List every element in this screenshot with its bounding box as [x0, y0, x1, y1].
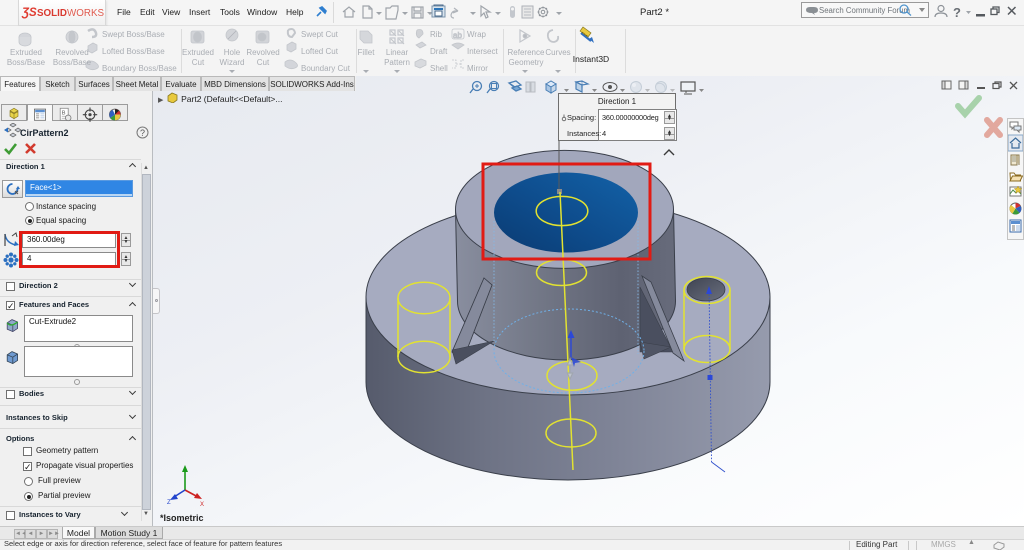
svg-text:B: B — [62, 111, 66, 117]
svg-text:Search Community Forum: Search Community Forum — [819, 6, 910, 15]
svg-text:Z: Z — [167, 500, 171, 506]
svg-text:ab: ab — [453, 31, 462, 40]
svg-text:?: ? — [953, 5, 961, 20]
svg-text:?: ? — [140, 128, 145, 138]
svg-text:X: X — [200, 502, 204, 508]
svg-text:ƷS: ƷS — [21, 7, 37, 19]
svg-text:WORKS: WORKS — [67, 8, 104, 19]
svg-text:SOLID: SOLID — [37, 8, 67, 19]
